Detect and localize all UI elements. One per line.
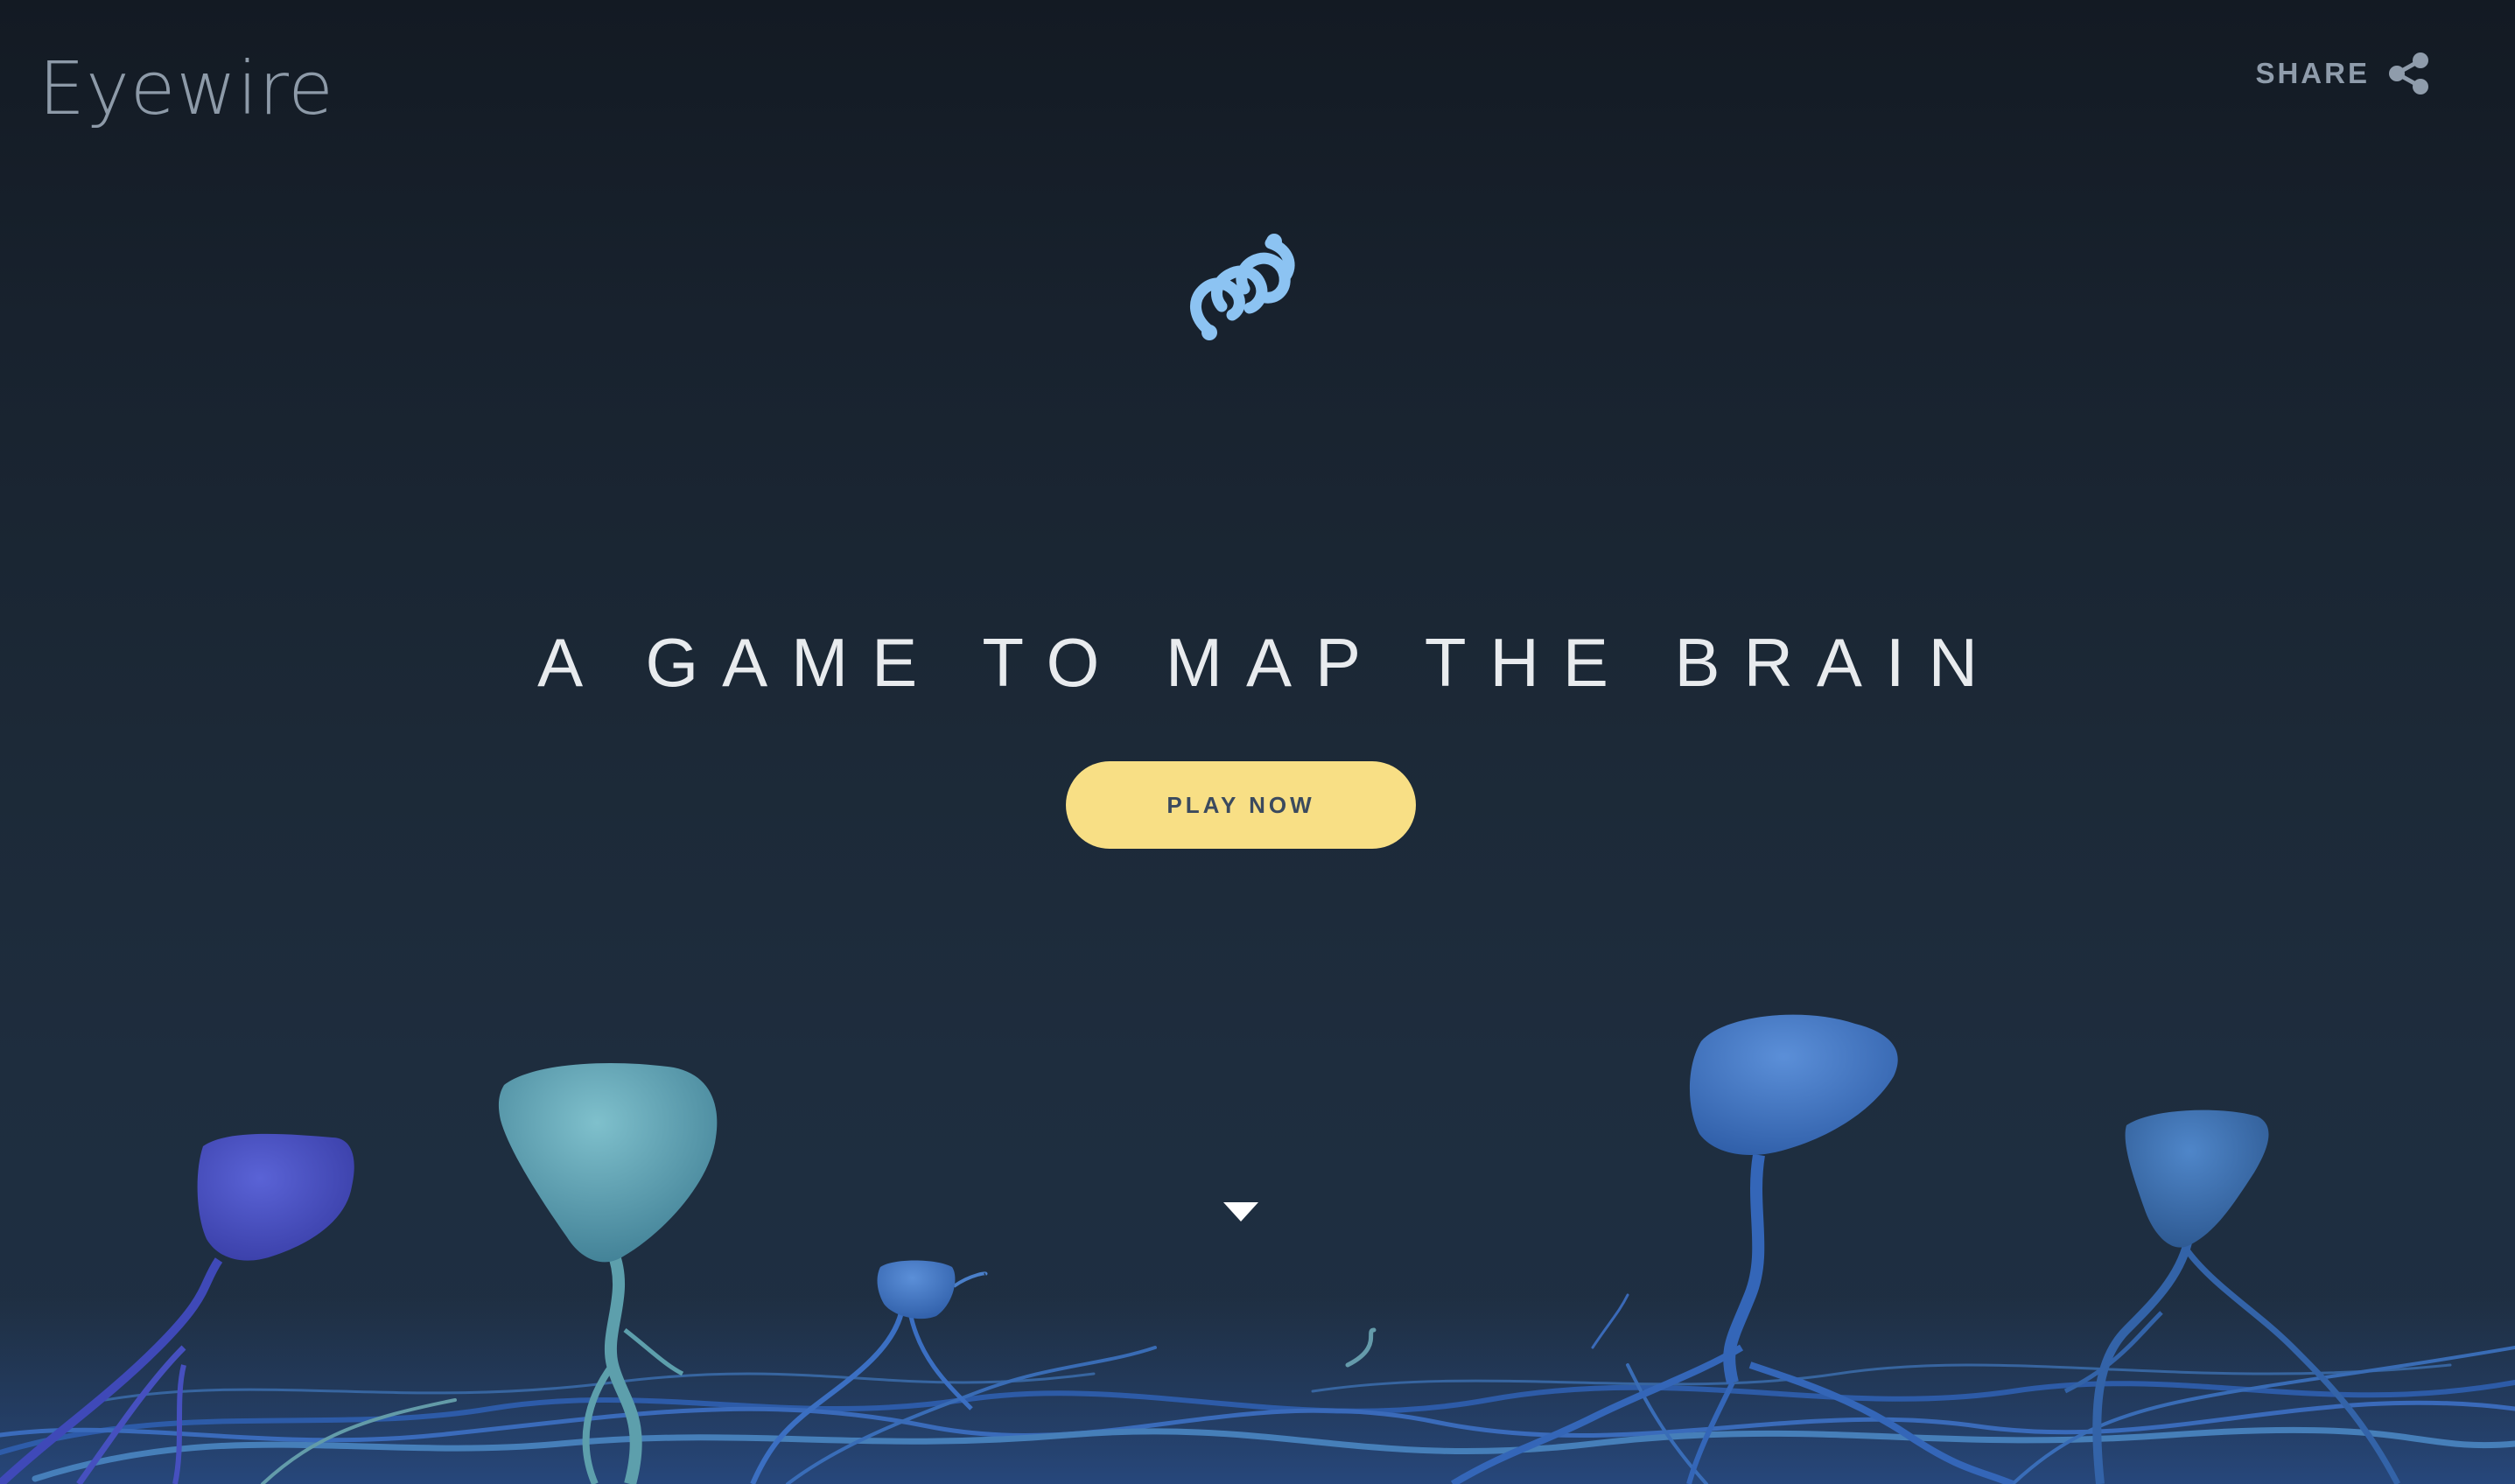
eyewire-logo[interactable]: Eyewire (39, 46, 334, 131)
share-icon (2389, 52, 2428, 94)
eyewire-mark-icon (1190, 234, 1295, 340)
neuron-illustration (0, 1014, 2515, 1484)
play-now-button[interactable]: PLAY NOW (1066, 761, 1416, 849)
hero-headline: A GAME TO MAP THE BRAIN (537, 624, 2001, 701)
share-label: SHARE (2255, 57, 2370, 89)
chevron-down-icon[interactable] (1223, 1202, 1258, 1223)
share-button[interactable]: SHARE (2255, 49, 2431, 98)
play-now-label: PLAY NOW (1166, 791, 1315, 818)
landing-page: Eyewire SHARE A GAME TO MAP THE BRAIN PL… (0, 0, 2515, 1484)
